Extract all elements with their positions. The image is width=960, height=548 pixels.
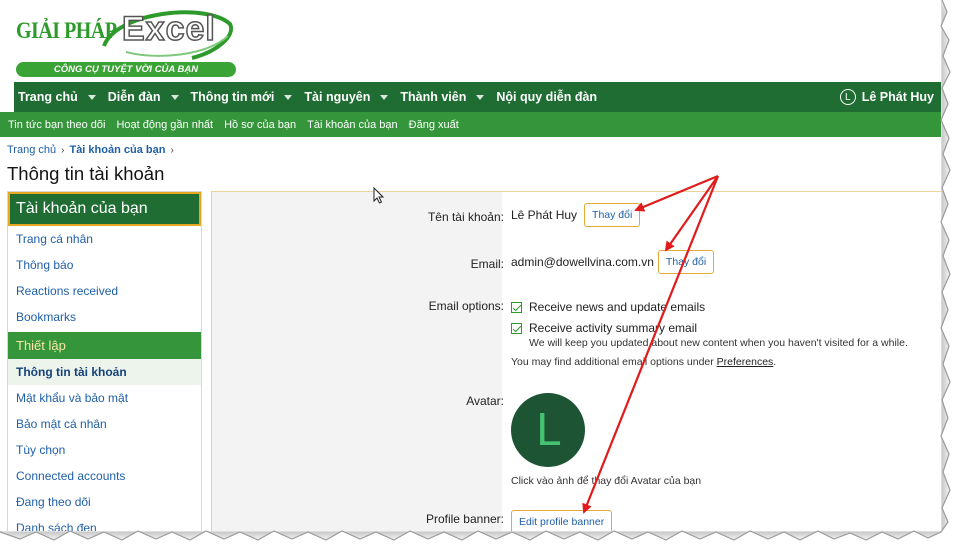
option-news-emails[interactable]: Receive news and update emails (511, 298, 908, 316)
nav-label: Nội quy diễn đàn (496, 90, 598, 104)
checkbox-checked-icon[interactable] (511, 322, 522, 334)
sidebar-item-following[interactable]: Đang theo dõi (8, 489, 201, 515)
sidebar-item-connected-accounts[interactable]: Connected accounts (8, 463, 201, 489)
avatar-image[interactable]: L (511, 393, 585, 467)
sidebar-item-account-details[interactable]: Thông tin tài khoản (8, 359, 201, 385)
nav-label: Tài nguyên (304, 90, 371, 104)
subnav-item-profile[interactable]: Hồ sơ của bạn (224, 119, 296, 131)
nav-label: Diễn đàn (107, 90, 161, 104)
page-title: Thông tin tài khoản (7, 163, 165, 184)
subnav-item-account[interactable]: Tài khoản của bạn (307, 119, 398, 131)
sidebar-item-password-security[interactable]: Mật khẩu và bảo mật (8, 385, 201, 411)
nav-user-menu[interactable]: L Lê Phát Huy (839, 82, 941, 112)
email-field: admin@dowellvina.com.vn Thay đổi (511, 250, 715, 274)
logo-tagline: CÔNG CỤ TUYỆT VỜI CỦA BẠN (16, 62, 236, 77)
preferences-link[interactable]: Preferences (717, 356, 774, 368)
sub-nav: Tin tức bạn theo dõi Hoạt động gần nhất … (0, 112, 941, 137)
sidebar-item-profile-page[interactable]: Trang cá nhân (8, 226, 201, 252)
sidebar-item-ignoring[interactable]: Danh sách đen (8, 515, 201, 531)
avatar-field: L Click vào ảnh để thay đổi Avatar của b… (511, 393, 701, 487)
email-value: admin@dowellvina.com.vn (511, 255, 654, 269)
chevron-down-icon[interactable] (87, 94, 96, 100)
header: GIẢI PHÁP Excel CÔNG CỤ TUYỆT VỜI CỦA BẠ… (0, 0, 941, 82)
option-activity-hint: We will keep you updated about new conte… (529, 337, 908, 349)
sidebar-heading: Tài khoản của bạn (8, 192, 201, 226)
mouse-cursor-icon (373, 187, 385, 204)
logo-text-right: Excel (121, 9, 216, 49)
nav-spacer (605, 82, 840, 112)
sidebar-item-reactions[interactable]: Reactions received (8, 278, 201, 304)
sidebar-item-preferences[interactable]: Tùy chọn (8, 437, 201, 463)
chevron-right-icon: › (170, 144, 174, 156)
email-label: Email: (470, 257, 504, 271)
chevron-down-icon[interactable] (284, 94, 293, 100)
breadcrumb-current[interactable]: Tài khoản của bạn (69, 144, 165, 156)
checkbox-checked-icon[interactable] (511, 301, 522, 313)
email-options: Receive news and update emails Receive a… (511, 298, 908, 368)
user-avatar-icon: L (839, 89, 856, 105)
subnav-item-watched[interactable]: Tin tức bạn theo dõi (8, 119, 105, 131)
email-options-label: Email options: (428, 299, 504, 313)
sidebar-item-bookmarks[interactable]: Bookmarks (8, 304, 201, 330)
preferences-hint-end: . (773, 356, 777, 368)
nav-item-forums[interactable]: Diễn đàn (104, 82, 187, 112)
option-activity-summary[interactable]: Receive activity summary email (511, 319, 908, 337)
option-activity-label: Receive activity summary email (529, 321, 698, 335)
nav-label: Thông tin mới (190, 90, 275, 104)
nav-item-home[interactable]: Trang chủ (14, 82, 104, 112)
account-sidebar: Tài khoản của bạn Trang cá nhân Thông bá… (7, 191, 202, 531)
edit-profile-banner-button[interactable]: Edit profile banner (511, 510, 613, 531)
nav-item-resources[interactable]: Tài nguyên (300, 82, 396, 112)
preferences-hint-text: You may find additional email options un… (511, 356, 717, 368)
banner-field: Edit profile banner (511, 510, 613, 531)
username-label: Tên tài khoản: (427, 210, 504, 224)
nav-label: Trang chủ (18, 90, 78, 104)
preferences-hint: You may find additional email options un… (511, 356, 908, 368)
logo-text-left: GIẢI PHÁP (16, 18, 117, 44)
breadcrumb: Trang chủ › Tài khoản của bạn › (7, 144, 179, 156)
banner-label: Profile banner: (425, 512, 504, 526)
avatar-hint: Click vào ảnh để thay đổi Avatar của bạn (511, 475, 702, 487)
sidebar-group-settings: Thiết lập (8, 332, 201, 359)
sidebar-item-alerts[interactable]: Thông báo (8, 252, 201, 278)
breadcrumb-home[interactable]: Trang chủ (7, 144, 56, 156)
user-name: Lê Phát Huy (861, 90, 934, 104)
option-news-label: Receive news and update emails (529, 300, 706, 314)
username-value: Lê Phát Huy (511, 208, 578, 222)
change-username-button[interactable]: Thay đổi (584, 203, 641, 227)
site-logo[interactable]: GIẢI PHÁP Excel CÔNG CỤ TUYỆT VỜI CỦA BẠ… (14, 6, 236, 78)
avatar-label: Avatar: (466, 394, 504, 408)
main-nav: Trang chủ Diễn đàn Thông tin mới Tài ngu… (14, 82, 941, 112)
subnav-item-latest-activity[interactable]: Hoạt động gần nhất (116, 119, 213, 131)
app-window: GIẢI PHÁP Excel CÔNG CỤ TUYỆT VỜI CỦA BẠ… (0, 0, 942, 532)
username-field: Lê Phát Huy Thay đổi (511, 203, 641, 227)
chevron-down-icon[interactable] (170, 94, 179, 100)
chevron-down-icon[interactable] (476, 94, 485, 100)
nav-item-rules[interactable]: Nội quy diễn đàn (492, 82, 605, 112)
nav-item-members[interactable]: Thành viên (396, 82, 492, 112)
labels-column (212, 192, 502, 531)
subnav-item-logout[interactable]: Đăng xuất (409, 119, 459, 131)
nav-label: Thành viên (400, 90, 467, 104)
chevron-right-icon: › (61, 144, 65, 156)
change-email-button[interactable]: Thay đổi (657, 250, 715, 274)
sidebar-item-privacy[interactable]: Bảo mật cá nhân (8, 411, 201, 437)
account-details-form: Tên tài khoản: Lê Phát Huy Thay đổi Emai… (211, 191, 941, 531)
chevron-down-icon[interactable] (380, 94, 389, 100)
nav-item-whats-new[interactable]: Thông tin mới (187, 82, 301, 112)
